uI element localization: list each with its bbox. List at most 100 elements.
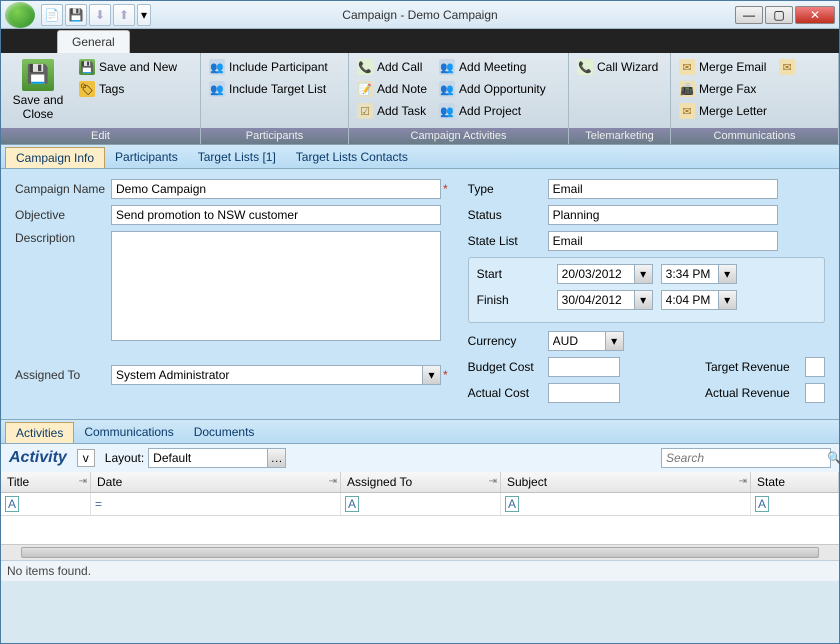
- actual-revenue-input[interactable]: [805, 383, 825, 403]
- finish-date-input[interactable]: [557, 290, 635, 310]
- currency-input[interactable]: [548, 331, 606, 351]
- close-button[interactable]: ✕: [795, 6, 835, 24]
- qat-save-icon[interactable]: 💾: [65, 4, 87, 26]
- subtab-communications[interactable]: Communications: [74, 422, 183, 443]
- status-input[interactable]: [548, 205, 778, 225]
- filter-subject[interactable]: A: [501, 493, 751, 515]
- actual-cost-input[interactable]: [548, 383, 620, 403]
- col-assigned[interactable]: Assigned To⇥: [341, 472, 501, 492]
- layout-dropdown[interactable]: …: [268, 448, 286, 468]
- qat-new-icon[interactable]: 📄: [41, 4, 63, 26]
- merge-email-button[interactable]: ✉Merge Email: [675, 57, 771, 77]
- merge-fax-button[interactable]: 📠Merge Fax: [675, 79, 771, 99]
- finish-date-dropdown[interactable]: ▾: [635, 290, 653, 310]
- ribbon-group-activities: 📞Add Call 📝Add Note ☑Add Task 👥Add Meeti…: [349, 53, 569, 144]
- currency-dropdown[interactable]: ▾: [606, 331, 624, 351]
- label-start: Start: [477, 267, 557, 281]
- add-meeting-button[interactable]: 👥Add Meeting: [435, 57, 550, 77]
- comm-extra-button[interactable]: ✉: [775, 57, 799, 77]
- qat-dropdown-icon[interactable]: ▾: [137, 4, 151, 26]
- assigned-to-input[interactable]: [111, 365, 423, 385]
- state-list-input[interactable]: [548, 231, 778, 251]
- ribbon-tab-general[interactable]: General: [57, 30, 130, 53]
- start-date-input[interactable]: [557, 264, 635, 284]
- tags-button[interactable]: 🏷Tags: [75, 79, 181, 99]
- add-project-button[interactable]: 👥Add Project: [435, 101, 550, 121]
- search-input[interactable]: [662, 449, 827, 467]
- tab-target-contacts[interactable]: Target Lists Contacts: [286, 147, 418, 168]
- label-actual-revenue: Actual Revenue: [705, 386, 805, 400]
- add-call-button[interactable]: 📞Add Call: [353, 57, 431, 77]
- tab-participants[interactable]: Participants: [105, 147, 188, 168]
- include-target-list-button[interactable]: 👥Include Target List: [205, 79, 332, 99]
- campaign-name-input[interactable]: [111, 179, 441, 199]
- filter-state[interactable]: A: [751, 493, 839, 515]
- label-target-revenue: Target Revenue: [705, 360, 805, 374]
- start-time-dropdown[interactable]: ▾: [719, 264, 737, 284]
- finish-time-input[interactable]: [661, 290, 719, 310]
- save-and-close-button[interactable]: 💾 Save and Close: [5, 57, 71, 124]
- merge-letter-button[interactable]: ✉Merge Letter: [675, 101, 771, 121]
- subtab-documents[interactable]: Documents: [184, 422, 265, 443]
- project-icon: 👥: [439, 103, 455, 119]
- col-subject[interactable]: Subject⇥: [501, 472, 751, 492]
- layout-input[interactable]: [148, 448, 268, 468]
- form-body: Campaign Name * Objective Description As…: [1, 169, 839, 419]
- maximize-button[interactable]: ▢: [765, 6, 793, 24]
- col-state[interactable]: State: [751, 472, 839, 492]
- group-edit-title: Edit: [1, 128, 200, 144]
- required-marker: *: [443, 182, 448, 196]
- budget-cost-input[interactable]: [548, 357, 620, 377]
- subtab-activities[interactable]: Activities: [5, 422, 74, 443]
- target-revenue-input[interactable]: [805, 357, 825, 377]
- add-note-button[interactable]: 📝Add Note: [353, 79, 431, 99]
- qat-up-icon[interactable]: ⬆: [113, 4, 135, 26]
- add-task-button[interactable]: ☑Add Task: [353, 101, 431, 121]
- label-status: Status: [468, 208, 548, 222]
- label-finish: Finish: [477, 293, 557, 307]
- search-icon[interactable]: 🔍: [827, 449, 840, 467]
- group-participants-title: Participants: [201, 128, 348, 144]
- filter-assigned[interactable]: A: [341, 493, 501, 515]
- activity-view-button[interactable]: v: [77, 449, 95, 467]
- layout-label: Layout:: [105, 451, 144, 465]
- label-actual-cost: Actual Cost: [468, 386, 548, 400]
- assigned-dropdown-button[interactable]: ▾: [423, 365, 441, 385]
- meeting-icon: 👥: [439, 59, 455, 75]
- type-input[interactable]: [548, 179, 778, 199]
- filter-title[interactable]: A: [1, 493, 91, 515]
- description-textarea[interactable]: [111, 231, 441, 341]
- ribbon-group-participants: 👥Include Participant 👥Include Target Lis…: [201, 53, 349, 144]
- activity-title: Activity: [9, 449, 67, 467]
- start-date-dropdown[interactable]: ▾: [635, 264, 653, 284]
- label-assigned: Assigned To: [15, 368, 111, 382]
- window-controls: — ▢ ✕: [735, 6, 835, 24]
- save-and-new-button[interactable]: 💾Save and New: [75, 57, 181, 77]
- call-icon: 📞: [357, 59, 373, 75]
- minimize-button[interactable]: —: [735, 6, 763, 24]
- scroll-thumb[interactable]: [21, 547, 819, 558]
- include-participant-button[interactable]: 👥Include Participant: [205, 57, 332, 77]
- search-box: 🔍: [661, 448, 831, 468]
- note-icon: 📝: [357, 81, 373, 97]
- add-opportunity-button[interactable]: 👥Add Opportunity: [435, 79, 550, 99]
- qat-down-icon[interactable]: ⬇: [89, 4, 111, 26]
- fax-icon: 📠: [679, 81, 695, 97]
- call-wizard-button[interactable]: 📞Call Wizard: [573, 57, 662, 77]
- ribbon-group-communications: ✉Merge Email 📠Merge Fax ✉Merge Letter ✉ …: [671, 53, 839, 144]
- tab-campaign-info[interactable]: Campaign Info: [5, 147, 105, 168]
- date-panel: Start ▾ ▾ Finish ▾ ▾: [468, 257, 825, 323]
- group-comm-title: Communications: [671, 128, 838, 144]
- col-title[interactable]: Title⇥: [1, 472, 91, 492]
- finish-time-dropdown[interactable]: ▾: [719, 290, 737, 310]
- grid-header: Title⇥ Date⇥ Assigned To⇥ Subject⇥ State: [1, 472, 839, 493]
- horizontal-scrollbar[interactable]: [1, 544, 839, 560]
- objective-input[interactable]: [111, 205, 441, 225]
- app-logo-icon[interactable]: [5, 2, 35, 28]
- label-state-list: State List: [468, 234, 548, 248]
- tab-target-lists[interactable]: Target Lists [1]: [188, 147, 286, 168]
- filter-date[interactable]: =: [91, 493, 341, 515]
- start-time-input[interactable]: [661, 264, 719, 284]
- pin-icon: ⇥: [79, 476, 87, 487]
- col-date[interactable]: Date⇥: [91, 472, 341, 492]
